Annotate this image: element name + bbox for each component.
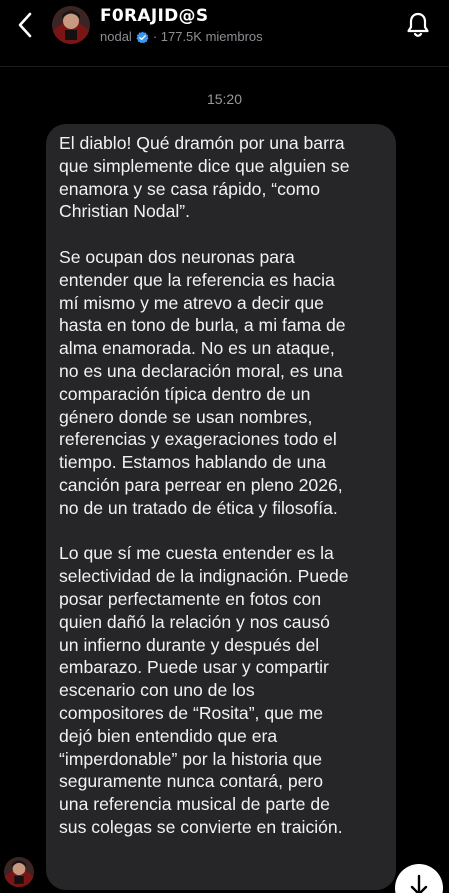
message-timestamp: 15:20 [206,91,243,107]
message-bubble[interactable]: El diablo! Qué dramón por una barra que … [46,124,396,890]
sender-avatar[interactable] [4,857,34,887]
bell-icon [407,12,429,37]
channel-header: F0RAJID@S nodal · 177.5K miembros [0,0,449,67]
verified-badge-icon [136,30,149,43]
arrow-down-icon [410,874,428,893]
chevron-left-icon [18,12,32,38]
notifications-button[interactable] [401,8,435,42]
channel-name: F0RAJID@S [100,6,209,26]
scroll-to-bottom-button[interactable] [395,864,443,893]
avatar-image [52,6,90,44]
channel-owner: nodal [100,29,132,44]
message-paragraph: Se ocupan dos neuronas para entender que… [59,246,346,518]
message-paragraph: Lo que sí me cuesta entender es la selec… [59,543,349,837]
sender-avatar-image [4,857,34,887]
back-button[interactable] [8,6,42,44]
message-paragraph: El diablo! Qué dramón por una barra que … [59,133,350,222]
chat-screen: F0RAJID@S nodal · 177.5K miembros 15:20 … [0,0,449,893]
channel-meta: nodal · 177.5K miembros [100,29,380,45]
member-count: · 177.5K miembros [152,29,263,44]
channel-avatar[interactable] [52,6,90,44]
channel-title-block[interactable]: F0RAJID@S nodal · 177.5K miembros [100,5,380,45]
